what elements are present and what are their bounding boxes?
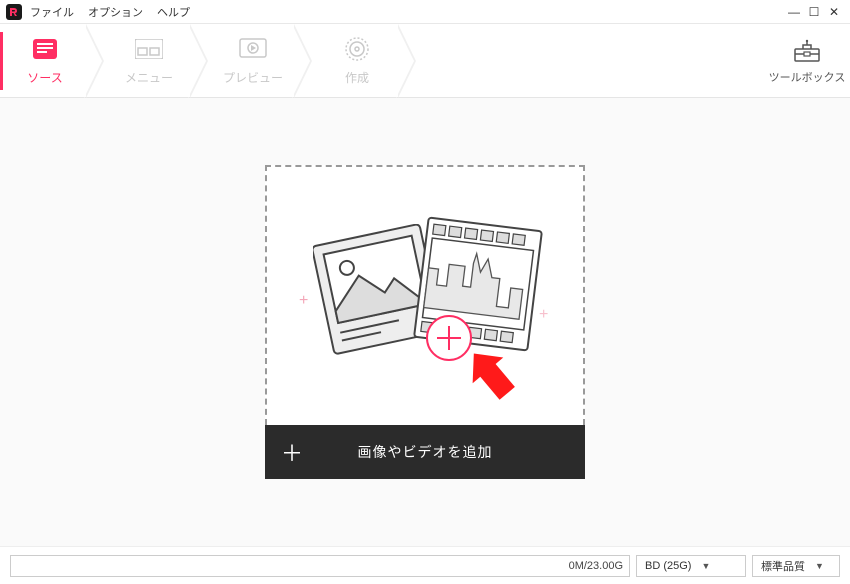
sparkle-icon: + xyxy=(299,292,308,310)
step-label: メニュー xyxy=(125,69,173,86)
quality-value: 標準品質 xyxy=(761,558,805,574)
step-label: プレビュー xyxy=(223,69,283,86)
step-create[interactable]: 作成 xyxy=(312,24,402,98)
menu-file[interactable]: ファイル xyxy=(30,4,74,20)
drop-zone[interactable]: + + xyxy=(265,165,585,479)
chevron-down-icon: ▼ xyxy=(815,561,824,571)
chevron-icon xyxy=(86,24,104,98)
chevron-icon xyxy=(294,24,312,98)
pointer-arrow-icon xyxy=(460,336,530,406)
disc-type-select[interactable]: BD (25G) ▼ xyxy=(636,555,746,577)
step-label: ソース xyxy=(27,69,62,86)
capacity-text: 0M/23.00G xyxy=(569,560,623,572)
capacity-bar: 0M/23.00G xyxy=(10,555,630,577)
menu-help[interactable]: ヘルプ xyxy=(157,4,190,20)
toolbox-icon xyxy=(793,37,821,65)
minimize-button[interactable]: — xyxy=(784,5,804,19)
toolbox-button[interactable]: ツールボックス xyxy=(764,37,850,85)
add-media-button[interactable]: ＋ 画像やビデオを追加 xyxy=(265,425,585,479)
step-label: 作成 xyxy=(345,69,369,86)
close-button[interactable]: ✕ xyxy=(824,5,844,19)
chevron-icon xyxy=(398,24,416,98)
chevron-down-icon: ▼ xyxy=(701,561,710,571)
menu-option[interactable]: オプション xyxy=(88,4,143,20)
step-source[interactable]: ソース xyxy=(0,24,90,98)
workspace: + + xyxy=(0,98,850,546)
plus-icon: ＋ xyxy=(265,436,319,468)
maximize-button[interactable]: ☐ xyxy=(804,5,824,19)
menu-icon xyxy=(135,35,163,63)
drop-illustration: + + xyxy=(265,165,585,425)
source-icon xyxy=(32,35,58,63)
statusbar: 0M/23.00G BD (25G) ▼ 標準品質 ▼ xyxy=(0,546,850,584)
create-icon xyxy=(344,35,370,63)
app-logo xyxy=(6,4,22,20)
step-nav: ソース メニュー プレビュー 作成 ツールボックス xyxy=(0,24,850,98)
preview-icon xyxy=(239,35,267,63)
step-preview[interactable]: プレビュー xyxy=(208,24,298,98)
disc-type-value: BD (25G) xyxy=(645,560,691,572)
step-menu[interactable]: メニュー xyxy=(104,24,194,98)
toolbox-label: ツールボックス xyxy=(769,69,846,85)
quality-select[interactable]: 標準品質 ▼ xyxy=(752,555,840,577)
add-media-label: 画像やビデオを追加 xyxy=(319,442,585,462)
chevron-icon xyxy=(190,24,208,98)
titlebar: ファイル オプション ヘルプ — ☐ ✕ xyxy=(0,0,850,24)
